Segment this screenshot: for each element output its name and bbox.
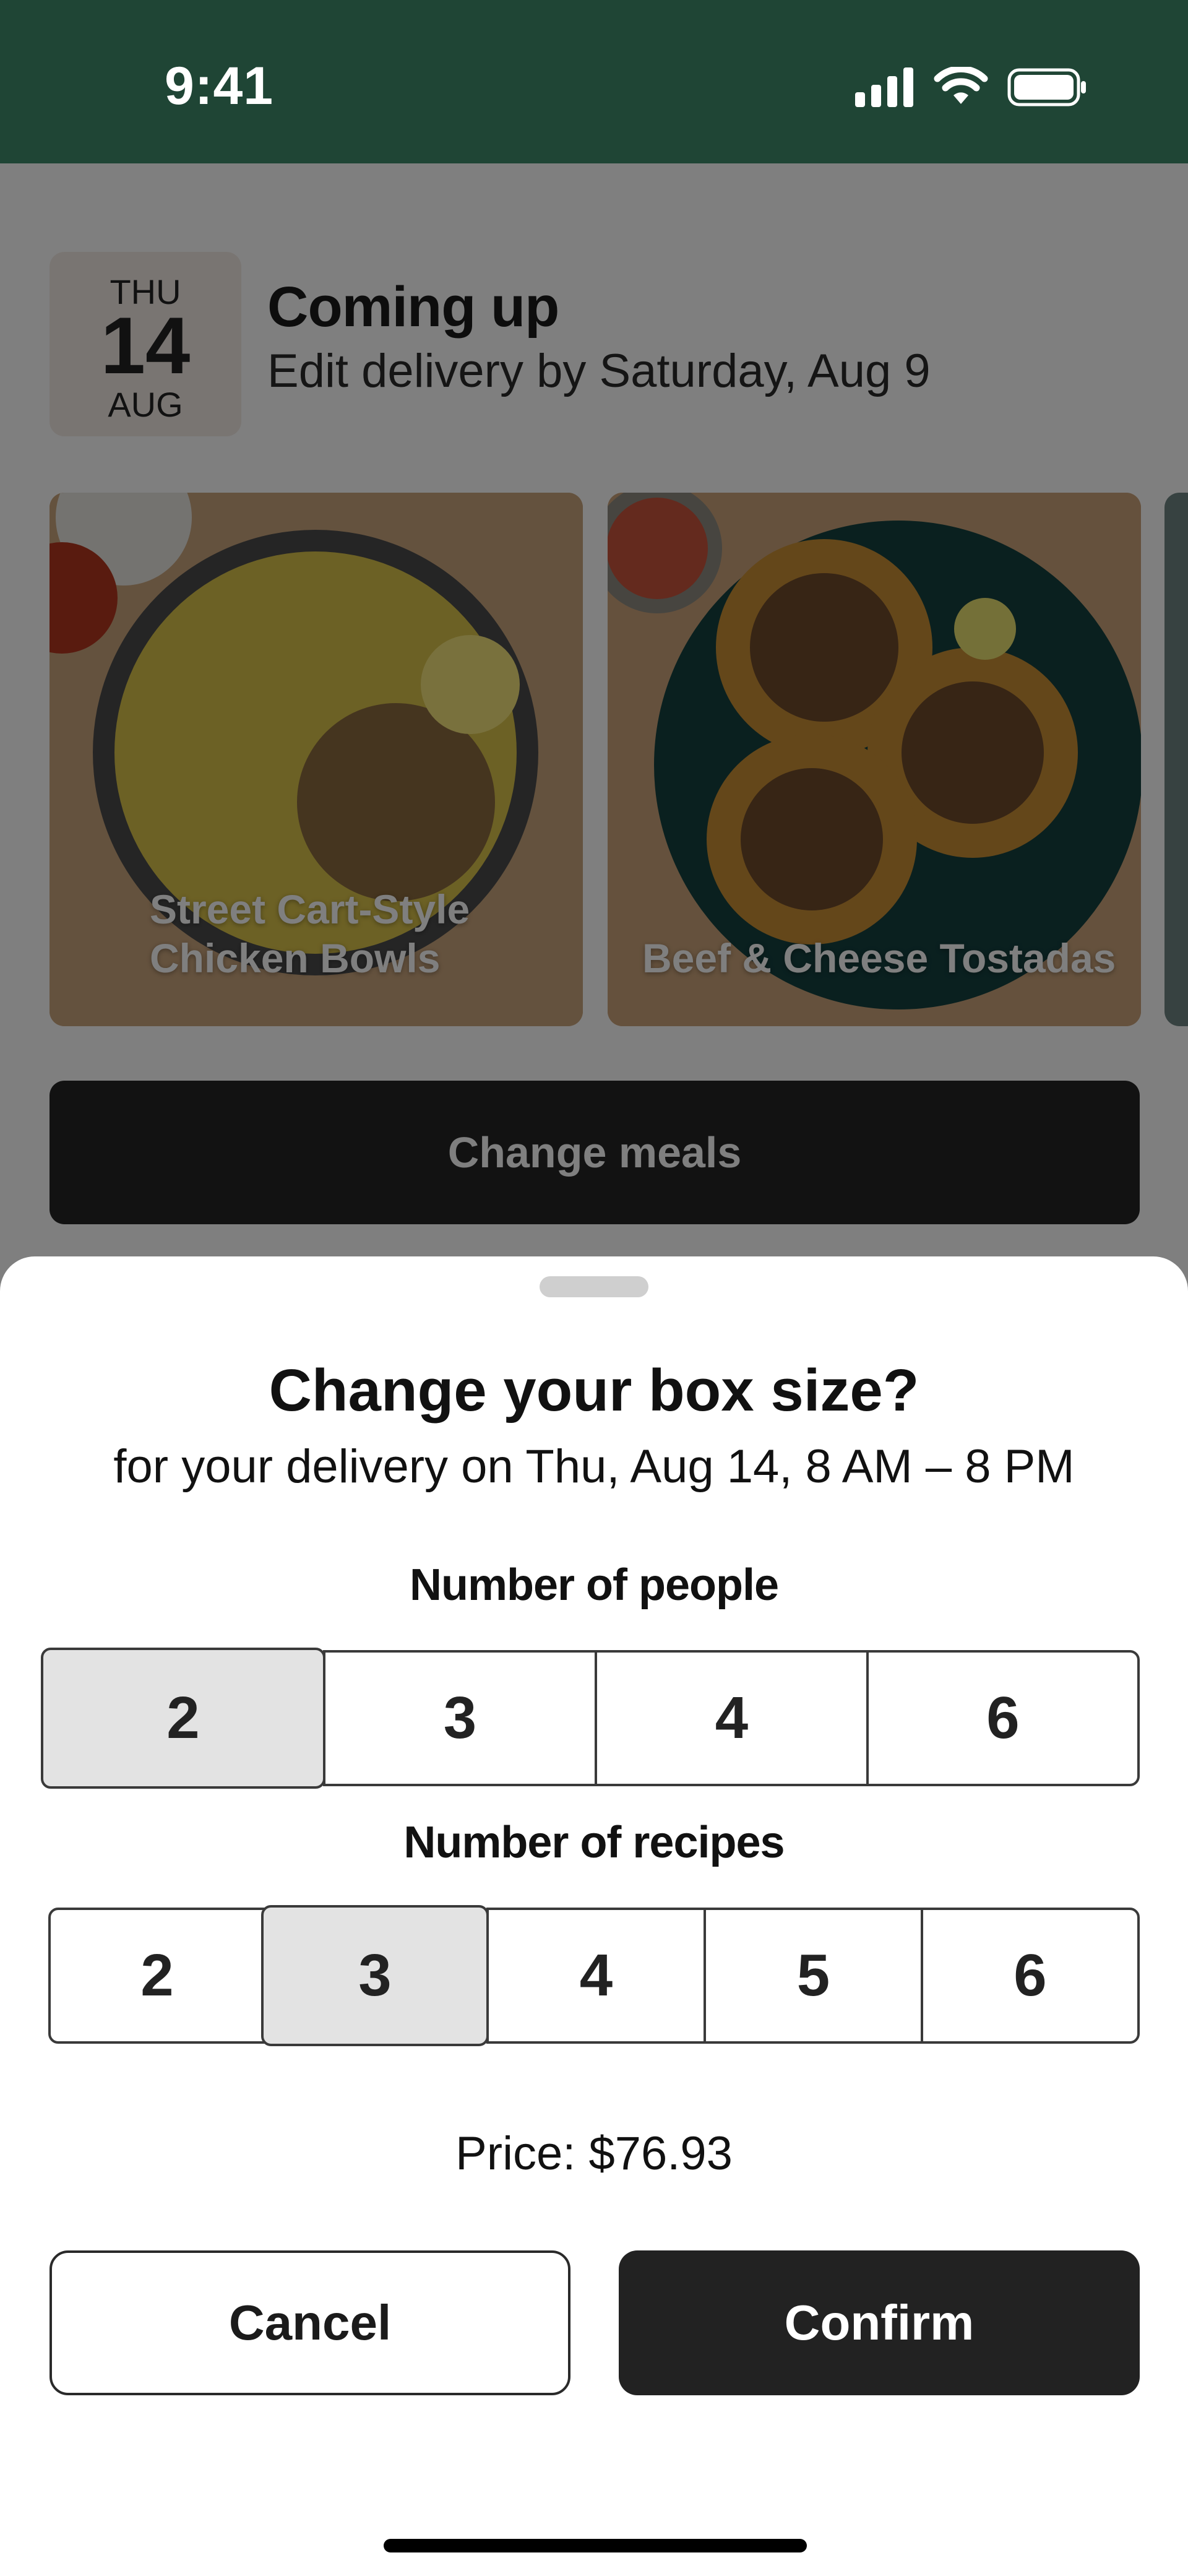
- recipes-option-3[interactable]: 3: [261, 1905, 489, 2046]
- signal-icon: [855, 67, 915, 107]
- status-time: 9:41: [165, 56, 274, 116]
- home-indicator: [384, 2539, 807, 2552]
- people-label: Number of people: [409, 1560, 779, 1610]
- status-bar: 9:41: [0, 0, 1188, 163]
- recipes-label: Number of recipes: [403, 1818, 785, 1867]
- wifi-icon: [933, 67, 989, 108]
- sheet-subtitle: for your delivery on Thu, Aug 14, 8 AM –…: [113, 1440, 1075, 1493]
- people-option-6[interactable]: 6: [866, 1650, 1140, 1786]
- sheet-title: Change your box size?: [269, 1357, 919, 1424]
- people-option-2[interactable]: 2: [41, 1648, 325, 1789]
- recipes-option-2[interactable]: 2: [48, 1908, 266, 2044]
- people-option-4[interactable]: 4: [595, 1650, 869, 1786]
- battery-icon: [1007, 67, 1088, 107]
- recipes-option-6[interactable]: 6: [921, 1908, 1140, 2044]
- price-label: Price: $76.93: [455, 2127, 733, 2180]
- people-option-3[interactable]: 3: [323, 1650, 597, 1786]
- box-size-sheet: Change your box size? for your delivery …: [0, 1256, 1188, 2576]
- cancel-button[interactable]: Cancel: [50, 2250, 570, 2395]
- status-icons: [855, 67, 1088, 108]
- confirm-button[interactable]: Confirm: [619, 2250, 1140, 2395]
- sheet-grab-handle[interactable]: [540, 1276, 648, 1297]
- recipes-option-5[interactable]: 5: [704, 1908, 923, 2044]
- recipes-option-4[interactable]: 4: [486, 1908, 706, 2044]
